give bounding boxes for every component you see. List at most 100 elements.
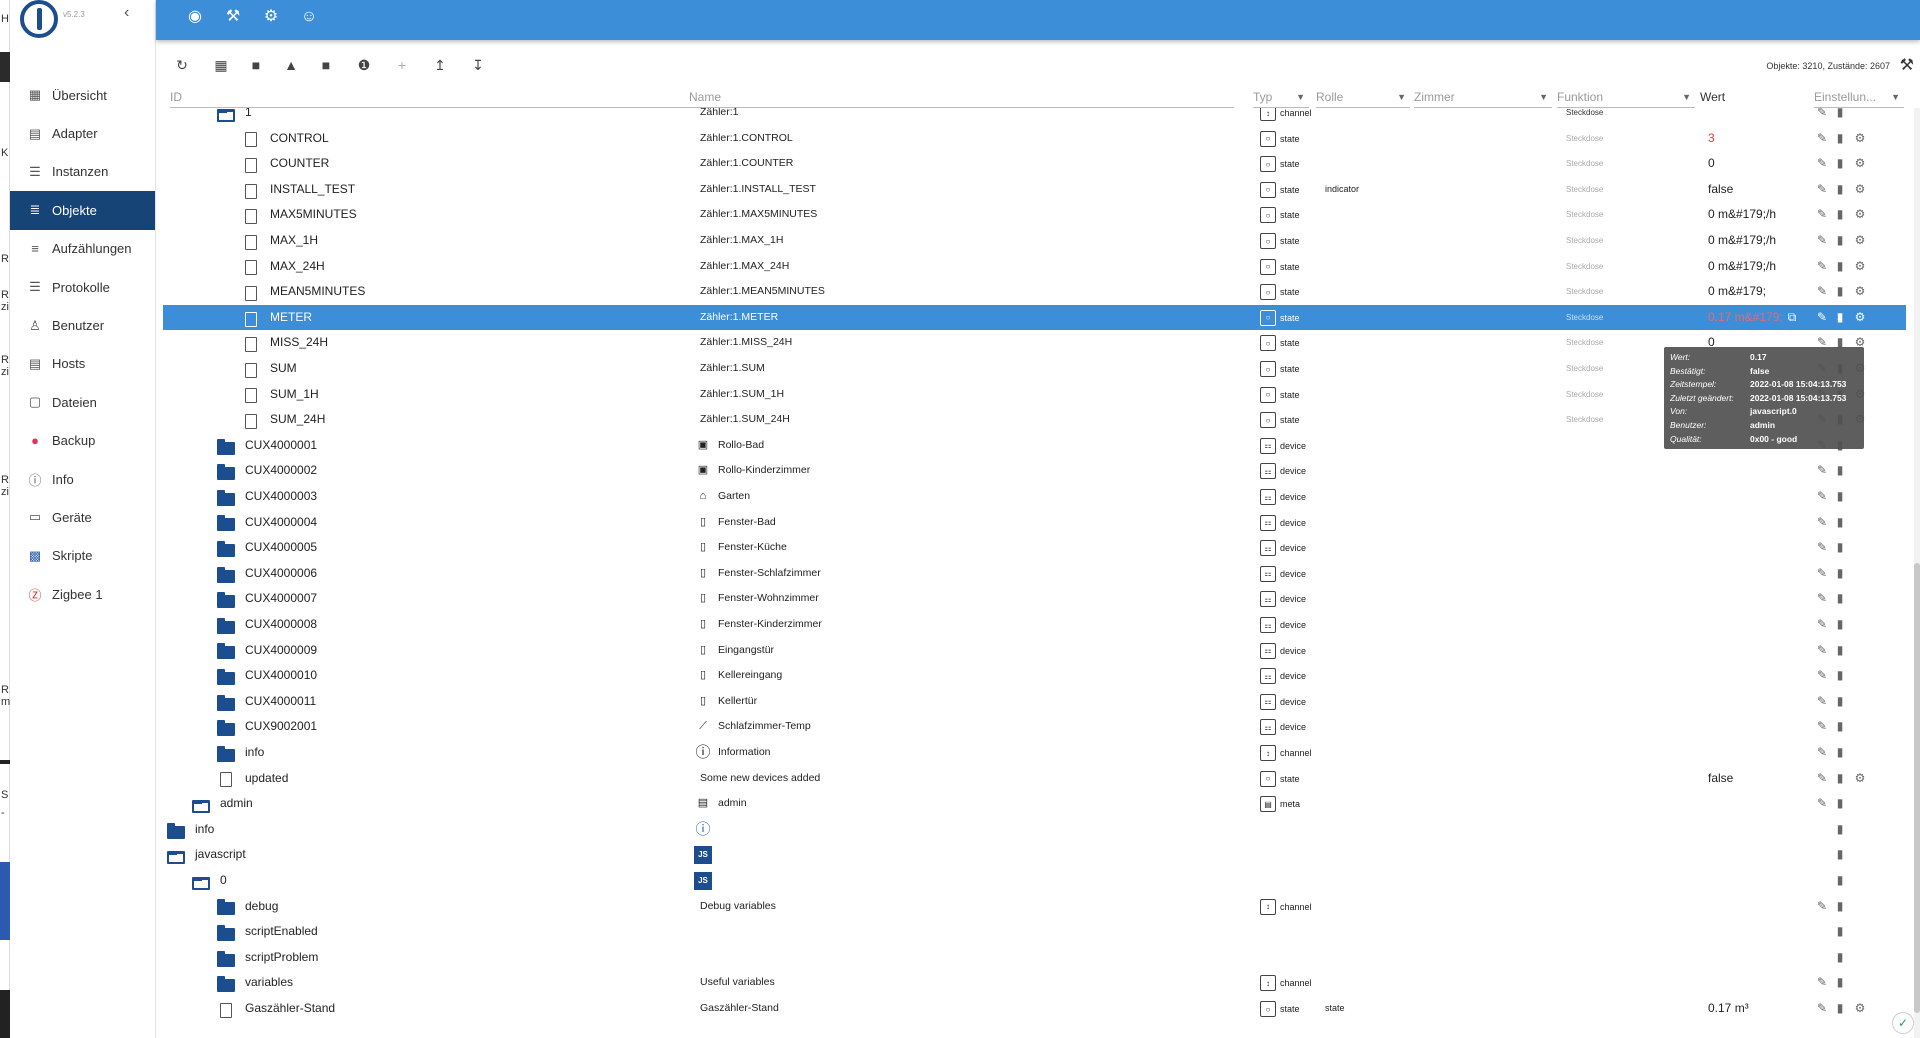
sidebar-item-ger-te[interactable]: ▭ Geräte bbox=[10, 498, 155, 536]
delete-icon[interactable]: ▮ bbox=[1833, 643, 1847, 657]
table-row[interactable]: COUNTER Zähler:1.COUNTER ○ state Steckdose 0 ✎… bbox=[163, 151, 1906, 177]
delete-icon[interactable]: ▮ bbox=[1833, 182, 1847, 196]
folder-icon[interactable] bbox=[217, 489, 235, 506]
sidebar-item--bersicht[interactable]: ▦ Übersicht bbox=[10, 76, 155, 114]
edit-icon[interactable]: ✎ bbox=[1815, 233, 1829, 247]
table-row[interactable]: CUX4000003 ⌂ Garten ⚏ device ✎ ▮ bbox=[163, 484, 1906, 510]
folder-expand-icon[interactable]: ▲ bbox=[281, 55, 301, 75]
gear-icon[interactable]: ⚙ bbox=[1853, 182, 1867, 196]
edit-icon[interactable]: ✎ bbox=[1815, 1001, 1829, 1015]
edit-icon[interactable]: ✎ bbox=[1815, 796, 1829, 810]
row-value-cell[interactable]: 0 bbox=[1708, 151, 1715, 177]
table-row[interactable]: CONTROL Zähler:1.CONTROL ○ state Steckdose 3 ✎… bbox=[163, 126, 1906, 152]
row-value-cell[interactable]: 3 bbox=[1708, 126, 1715, 152]
table-row[interactable]: admin ▤ admin ▤ meta ✎ ▮ bbox=[163, 791, 1906, 817]
gear-icon[interactable]: ⚙ bbox=[1853, 156, 1867, 170]
table-row[interactable]: MISS_24H Zähler:1.MISS_24H ○ state Steckdose… bbox=[163, 330, 1906, 356]
download-icon[interactable]: ↧ bbox=[468, 55, 488, 75]
table-row[interactable]: MAX_24H Zähler:1.MAX_24H ○ state Steckdose 0 … bbox=[163, 254, 1906, 280]
sidebar-item-adapter[interactable]: ▤ Adapter bbox=[10, 114, 155, 152]
folder-icon[interactable] bbox=[217, 720, 235, 737]
delete-icon[interactable]: ▮ bbox=[1833, 463, 1847, 477]
row-value-cell[interactable]: false bbox=[1708, 177, 1733, 203]
edit-icon[interactable]: ✎ bbox=[1815, 617, 1829, 631]
table-row[interactable]: SUM_24HZähler:1.SUM_24H○stateSteckdose✎▮… bbox=[163, 407, 1906, 433]
folder-icon[interactable] bbox=[217, 745, 235, 762]
sidebar-item-zigbee-1[interactable]: Ⓩ Zigbee 1 bbox=[10, 575, 155, 613]
edit-icon[interactable]: ✎ bbox=[1815, 745, 1829, 759]
table-row[interactable]: CUX4000009 ▯ Eingangstür ⚏ device ✎ ▮ bbox=[163, 638, 1906, 664]
sidebar-item-aufz-hlungen[interactable]: ≡ Aufzählungen bbox=[10, 230, 155, 268]
edit-icon[interactable]: ✎ bbox=[1815, 668, 1829, 682]
add-icon[interactable]: + bbox=[392, 55, 412, 75]
table-row[interactable]: SUM_1HZähler:1.SUM_1H○stateSteckdose✎▮⚙ bbox=[163, 382, 1906, 408]
settings-wrench-icon[interactable]: ⚒ bbox=[1900, 55, 1914, 75]
delete-icon[interactable]: ▮ bbox=[1833, 566, 1847, 580]
table-row[interactable]: CUX4000005 ▯ Fenster-Küche ⚏ device ✎ ▮ bbox=[163, 535, 1906, 561]
table-row[interactable]: info ⓘ Information ↕ channel ✎ ▮ bbox=[163, 740, 1906, 766]
table-row[interactable]: info ⓘ ▮ bbox=[163, 817, 1906, 843]
folder-icon[interactable] bbox=[217, 566, 235, 583]
vertical-scrollbar[interactable] bbox=[1914, 108, 1920, 1038]
delete-icon[interactable]: ▮ bbox=[1833, 131, 1847, 145]
delete-icon[interactable]: ▮ bbox=[1833, 719, 1847, 733]
folder-icon[interactable] bbox=[217, 668, 235, 685]
edit-icon[interactable]: ✎ bbox=[1815, 259, 1829, 273]
folder-icon[interactable] bbox=[217, 643, 235, 660]
delete-icon[interactable]: ▮ bbox=[1833, 108, 1847, 119]
edit-icon[interactable]: ✎ bbox=[1815, 771, 1829, 785]
table-row[interactable]: scriptEnabled ▮ bbox=[163, 919, 1906, 945]
row-value-cell[interactable]: 0 m&#179; bbox=[1708, 279, 1766, 305]
row-value-cell[interactable]: 0.17 m³ bbox=[1708, 996, 1749, 1022]
sidebar-item-benutzer[interactable]: ♙ Benutzer bbox=[10, 306, 155, 344]
delete-icon[interactable]: ▮ bbox=[1833, 591, 1847, 605]
table-row[interactable]: debug Debug variables ↕ channel ✎ ▮ bbox=[163, 894, 1906, 920]
row-value-cell[interactable]: 0 m&#179;/h bbox=[1708, 202, 1776, 228]
folder-icon[interactable] bbox=[217, 899, 235, 916]
edit-icon[interactable]: ✎ bbox=[1815, 207, 1829, 221]
delete-icon[interactable]: ▮ bbox=[1833, 617, 1847, 631]
edit-icon[interactable]: ✎ bbox=[1815, 463, 1829, 477]
edit-icon[interactable]: ✎ bbox=[1815, 310, 1829, 324]
edit-icon[interactable]: ✎ bbox=[1815, 975, 1829, 989]
folder-icon[interactable] bbox=[217, 515, 235, 532]
table-row[interactable]: INSTALL_TEST Zähler:1.INSTALL_TEST ○ state i… bbox=[163, 177, 1906, 203]
delete-icon[interactable]: ▮ bbox=[1833, 207, 1847, 221]
folder-icon[interactable] bbox=[217, 924, 235, 941]
table-row[interactable]: CUX4000007 ▯ Fenster-Wohnzimmer ⚏ device ✎ ▮ bbox=[163, 586, 1906, 612]
folder-icon[interactable] bbox=[217, 592, 235, 609]
delete-icon[interactable]: ▮ bbox=[1833, 489, 1847, 503]
delete-icon[interactable]: ▮ bbox=[1833, 540, 1847, 554]
wrench-icon[interactable]: ⚒ bbox=[222, 6, 244, 28]
header-rolle[interactable]: Rolle ▼ bbox=[1316, 88, 1410, 108]
table-row[interactable]: METER Zähler:1.METER ○ state Steckdose 0.17 m… bbox=[163, 304, 1906, 331]
gear-icon[interactable]: ⚙ bbox=[1853, 259, 1867, 273]
edit-icon[interactable]: ✎ bbox=[1815, 489, 1829, 503]
gear-icon[interactable]: ⚙ bbox=[1853, 131, 1867, 145]
delete-icon[interactable]: ▮ bbox=[1833, 668, 1847, 682]
delete-icon[interactable]: ▮ bbox=[1833, 284, 1847, 298]
edit-icon[interactable]: ✎ bbox=[1815, 694, 1829, 708]
sidebar-item-instanzen[interactable]: ☰ Instanzen bbox=[10, 153, 155, 191]
edit-icon[interactable]: ✎ bbox=[1815, 643, 1829, 657]
row-value-cell[interactable]: 0.17 m&#179; bbox=[1708, 305, 1783, 331]
table-row[interactable]: CUX4000011 ▯ Kellertür ⚏ device ✎ ▮ bbox=[163, 689, 1906, 715]
table-row[interactable]: 1 Zähler:1 ↕ channel Steckdose ✎ ▮ bbox=[163, 108, 1906, 126]
table-row[interactable]: 0 JS ▮ bbox=[163, 868, 1906, 894]
gear-icon[interactable]: ⚙ bbox=[1853, 284, 1867, 298]
table-row[interactable]: CUX4000010 ▯ Kellereingang ⚏ device ✎ ▮ bbox=[163, 663, 1906, 689]
table-row[interactable]: CUX9002001 ⟋ Schlafzimmer-Temp ⚏ device ✎ ▮ bbox=[163, 714, 1906, 740]
sidebar-item-hosts[interactable]: ▤ Hosts bbox=[10, 345, 155, 383]
bug-icon[interactable]: ⚙ bbox=[260, 6, 282, 28]
delete-icon[interactable]: ▮ bbox=[1833, 975, 1847, 989]
expert-mode-icon[interactable]: ☺ bbox=[298, 6, 320, 28]
table-row[interactable]: MAX5MINUTES Zähler:1.MAX5MINUTES ○ state Ste… bbox=[163, 202, 1906, 228]
edit-icon[interactable]: ✎ bbox=[1815, 182, 1829, 196]
header-id[interactable]: ID bbox=[170, 88, 696, 108]
sidebar-item-backup[interactable]: ● Backup bbox=[10, 422, 155, 460]
delete-icon[interactable]: ▮ bbox=[1833, 924, 1847, 938]
gear-icon[interactable]: ⚙ bbox=[1853, 1001, 1867, 1015]
folder-icon[interactable] bbox=[217, 464, 235, 481]
delete-icon[interactable]: ▮ bbox=[1833, 847, 1847, 861]
delete-icon[interactable]: ▮ bbox=[1833, 745, 1847, 759]
